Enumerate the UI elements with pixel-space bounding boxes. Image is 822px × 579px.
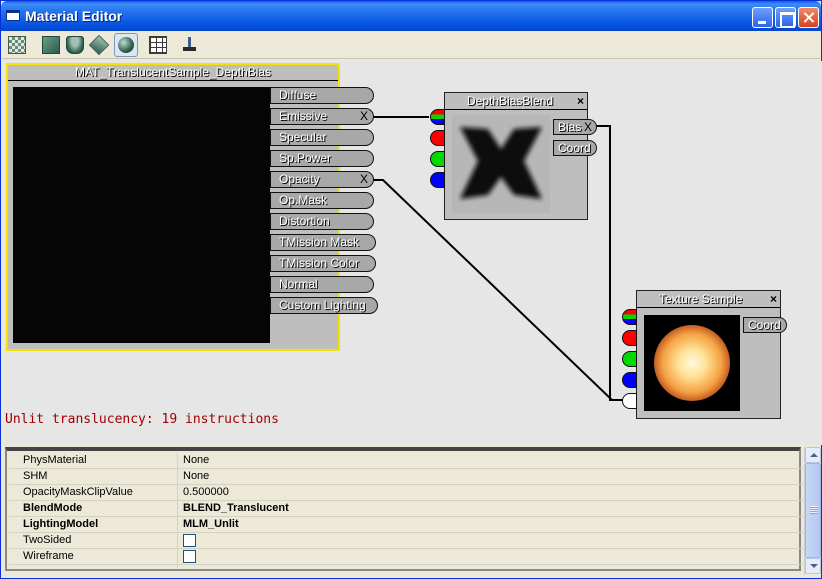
material-input-pin[interactable]: Sp.Power	[270, 150, 374, 167]
depth-bias-texture	[452, 115, 550, 213]
texture-input-pin[interactable]	[622, 330, 637, 346]
texture-input-pin[interactable]	[622, 393, 637, 409]
property-name: PhysMaterial	[23, 454, 87, 466]
material-input-label: Specular	[279, 130, 327, 144]
depth-bias_node-output-pin[interactable]: Coord	[553, 140, 597, 156]
depth-bias-input-pin[interactable]	[430, 109, 445, 125]
property-checkbox[interactable]	[183, 550, 196, 563]
material-input-label: Opacity	[279, 172, 320, 186]
property-row[interactable]: PhysMaterial None	[9, 453, 803, 469]
cube-icon[interactable]	[88, 34, 110, 56]
material-preview	[13, 87, 270, 343]
sphere-icon[interactable]	[114, 33, 138, 57]
property-name: LightingModel	[23, 518, 99, 530]
property-row[interactable]: BlendMode BLEND_Translucent	[9, 501, 803, 517]
property-scrollbar[interactable]	[804, 447, 821, 575]
property-value[interactable]: None	[183, 469, 209, 484]
material-input-label: Normal	[279, 277, 318, 291]
depth-bias-blend-node[interactable]: DepthBiasBlend × Bias X Coord	[430, 92, 597, 220]
minimize-button[interactable]	[752, 7, 773, 28]
texture-sample-node[interactable]: Texture Sample × Coord	[622, 290, 787, 419]
property-name: SHM	[23, 470, 48, 482]
property-checkbox[interactable]	[183, 534, 196, 547]
property-row[interactable]: Wireframe	[9, 549, 803, 565]
grid-icon[interactable]	[149, 36, 167, 54]
close-button[interactable]	[798, 7, 819, 28]
disconnect-icon[interactable]: X	[584, 120, 592, 134]
depth-bias_node-output-pin[interactable]: Bias X	[553, 119, 597, 135]
plane-icon[interactable]	[42, 36, 60, 54]
close-icon[interactable]: ×	[577, 93, 584, 109]
material-input-label: Emissive	[279, 109, 328, 123]
property-panel: PhysMaterial None SHM None OpacityMaskClipVa…	[5, 447, 803, 571]
disconnect-icon[interactable]: X	[360, 109, 368, 124]
title-bar[interactable]: Material Editor	[1, 1, 821, 31]
material-input-pin[interactable]: Custom Lighting	[270, 297, 378, 314]
material-input-label: Custom Lighting	[279, 298, 366, 312]
property-value[interactable]: MLM_Unlit	[183, 517, 239, 532]
depth-bias-input-pin[interactable]	[430, 130, 445, 146]
property-row[interactable]: LightingModel MLM_Unlit	[9, 517, 803, 533]
material-editor-window: Material Editor MAT_TranslucentSample_De…	[0, 0, 822, 579]
property-name: OpacityMaskClipValue	[23, 486, 133, 498]
property-value[interactable]: 0.500000	[183, 485, 229, 500]
maximize-button[interactable]	[775, 7, 796, 28]
material-input-pin[interactable]: Normal	[270, 276, 374, 293]
material-node[interactable]: MAT_TranslucentSample_DepthBias Diffuse E…	[6, 63, 378, 351]
material-input-label: TMission Color	[279, 256, 360, 270]
material-input-label: Diffuse	[279, 88, 317, 102]
toolbar	[2, 31, 820, 59]
depth-bias-input-pin[interactable]	[430, 172, 445, 188]
property-name: TwoSided	[23, 534, 72, 546]
material-input-pin[interactable]: TMission Mask	[270, 234, 376, 251]
depth-bias-blend-title-text: DepthBiasBlend	[467, 94, 554, 108]
material-input-pin[interactable]: Diffuse	[270, 87, 374, 104]
texture-sample-title-text: Texture Sample	[659, 292, 743, 306]
material-input-pin[interactable]: Op.Mask	[270, 192, 374, 209]
cylinder-icon[interactable]	[66, 36, 84, 54]
output-label: Coord	[558, 141, 591, 155]
property-name: BlendMode	[23, 502, 83, 514]
output-label: Bias	[558, 120, 582, 134]
texture-input-pin[interactable]	[622, 351, 637, 367]
scroll-up-button[interactable]	[805, 447, 821, 463]
texture-sample-title: Texture Sample ×	[637, 291, 780, 308]
close-icon[interactable]: ×	[770, 291, 777, 307]
texture-input-pin[interactable]	[622, 309, 637, 325]
scroll-down-button[interactable]	[805, 558, 821, 574]
material-input-label: Sp.Power	[279, 151, 332, 165]
window-title: Material Editor	[25, 8, 123, 24]
depth-bias-blend-title: DepthBiasBlend ×	[445, 93, 587, 110]
depth-bias-input-pin[interactable]	[430, 151, 445, 167]
material-input-pin[interactable]: Opacity X	[270, 171, 374, 188]
scroll-grip-icon	[810, 506, 817, 514]
window-icon	[6, 10, 20, 21]
property-name: Wireframe	[23, 550, 74, 562]
material-input-pin[interactable]: Specular	[270, 129, 374, 146]
material-input-pin[interactable]: Emissive X	[270, 108, 374, 125]
material-input-label: TMission Mask	[279, 235, 360, 249]
node-graph-canvas[interactable]: MAT_TranslucentSample_DepthBias Diffuse E…	[5, 61, 822, 445]
property-row[interactable]: OpacityMaskClipValue 0.500000	[9, 485, 803, 501]
output-label: Coord	[748, 318, 781, 332]
texture-node-output-pin[interactable]: Coord	[743, 317, 787, 333]
texture-input-pin[interactable]	[622, 372, 637, 388]
property-value[interactable]: None	[183, 453, 209, 468]
checker-icon[interactable]	[8, 36, 26, 54]
scroll-thumb[interactable]	[805, 463, 821, 558]
material-input-label: Distortion	[279, 214, 330, 228]
material-input-pin[interactable]: TMission Color	[270, 255, 376, 272]
material-node-title: MAT_TranslucentSample_DepthBias	[8, 65, 338, 81]
instruction-count-status: Unlit translucency: 19 instructions	[5, 412, 279, 427]
material-input-pin[interactable]: Distortion	[270, 213, 374, 230]
texture-preview	[644, 315, 740, 411]
property-value[interactable]: BLEND_Translucent	[183, 501, 289, 516]
property-row[interactable]: TwoSided	[9, 533, 803, 549]
property-row[interactable]: SHM None	[9, 469, 803, 485]
stand-icon[interactable]	[182, 36, 196, 54]
depth-bias-preview	[452, 115, 550, 213]
disconnect-icon[interactable]: X	[360, 172, 368, 187]
material-input-label: Op.Mask	[279, 193, 328, 207]
